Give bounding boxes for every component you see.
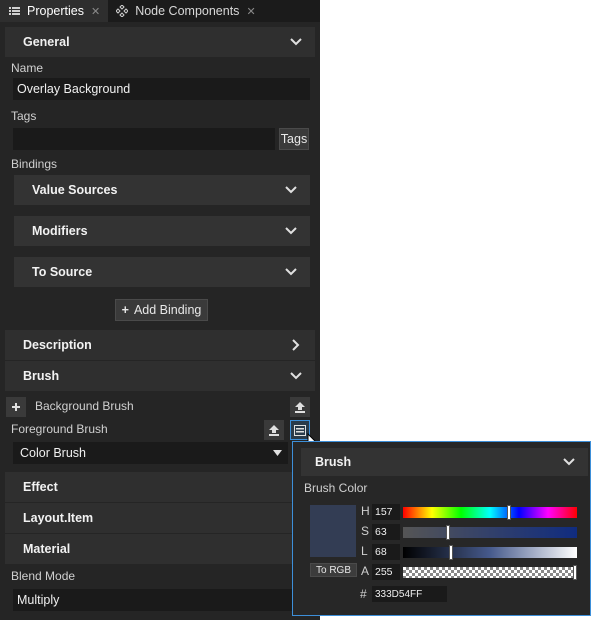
upload-button[interactable]: [264, 420, 284, 440]
binding-group-label: Modifiers: [32, 224, 88, 238]
plus-icon: +: [121, 303, 129, 317]
list-icon: [8, 6, 20, 16]
properties-panel: Properties ✕ Node Components ✕ General N…: [0, 0, 320, 620]
a-input[interactable]: 255: [372, 564, 400, 580]
binding-group-value-sources[interactable]: Value Sources: [14, 175, 310, 205]
color-swatch[interactable]: [310, 505, 356, 557]
h-label: H: [361, 504, 370, 518]
hex-label: #: [360, 587, 367, 601]
name-field[interactable]: Overlay Background: [13, 78, 310, 100]
chevron-down-icon: [285, 227, 297, 235]
binding-group-to-source[interactable]: To Source: [14, 257, 310, 287]
to-rgb-button[interactable]: To RGB: [310, 563, 357, 577]
section-material-label: Material: [23, 542, 71, 556]
section-effect-label: Effect: [23, 480, 58, 494]
close-icon[interactable]: ✕: [246, 5, 255, 18]
blend-mode-select[interactable]: Multiply: [13, 589, 310, 611]
upload-button[interactable]: [290, 397, 310, 417]
s-label: S: [361, 524, 370, 538]
l-label: L: [361, 544, 368, 558]
brush-popup-header[interactable]: Brush: [301, 448, 588, 476]
chevron-right-icon: [292, 339, 300, 351]
brush-popup: Brush Brush Color To RGB H 157 S 63 L 68…: [292, 441, 591, 616]
section-description-label: Description: [23, 338, 92, 352]
dropdown-arrow-icon: [273, 450, 282, 456]
add-background-brush-button[interactable]: [6, 397, 26, 417]
brush-popup-title: Brush: [315, 455, 352, 469]
tab-node-components[interactable]: Node Components ✕: [108, 0, 263, 22]
background-brush-label: Background Brush: [35, 399, 134, 413]
s-input[interactable]: 63: [372, 524, 400, 540]
tags-input[interactable]: [13, 128, 275, 150]
tags-button[interactable]: Tags: [279, 128, 309, 150]
lightness-slider-thumb[interactable]: [449, 545, 453, 560]
section-brush[interactable]: Brush: [5, 361, 315, 391]
tab-bar: Properties ✕ Node Components ✕: [0, 0, 320, 22]
section-description[interactable]: Description: [5, 330, 315, 360]
plus-icon: [12, 403, 20, 411]
section-general[interactable]: General: [5, 27, 315, 57]
brush-color-label: Brush Color: [304, 481, 368, 495]
name-label: Name: [11, 61, 44, 75]
alpha-slider[interactable]: [403, 565, 577, 580]
chevron-down-icon: [285, 268, 297, 276]
section-effect[interactable]: Effect: [5, 472, 315, 502]
tab-properties[interactable]: Properties ✕: [0, 0, 109, 22]
alpha-slider-thumb[interactable]: [573, 565, 577, 580]
lightness-slider[interactable]: [403, 545, 577, 560]
binding-group-modifiers[interactable]: Modifiers: [14, 216, 310, 246]
chevron-down-icon: [290, 38, 302, 46]
brush-editor-icon: [294, 424, 306, 436]
section-layout-item[interactable]: Layout.Item: [5, 503, 315, 533]
section-material[interactable]: Material: [5, 534, 315, 564]
foreground-brush-value: Color Brush: [20, 446, 86, 460]
components-icon: [116, 5, 129, 17]
chevron-down-icon: [290, 372, 302, 380]
h-input[interactable]: 157: [372, 504, 400, 520]
section-brush-label: Brush: [23, 369, 60, 383]
upload-icon: [269, 425, 279, 436]
hue-slider-thumb[interactable]: [507, 505, 511, 520]
a-label: A: [361, 564, 370, 578]
tags-label: Tags: [11, 109, 37, 123]
blend-mode-value: Multiply: [17, 593, 60, 607]
binding-group-label: Value Sources: [32, 183, 118, 197]
add-binding-button[interactable]: + Add Binding: [115, 299, 208, 321]
bindings-label: Bindings: [11, 157, 58, 171]
l-input[interactable]: 68: [372, 544, 400, 560]
section-general-label: General: [23, 35, 70, 49]
binding-group-label: To Source: [32, 265, 93, 279]
hex-input[interactable]: 333D54FF: [372, 586, 447, 602]
blend-mode-label: Blend Mode: [11, 569, 76, 583]
tab-properties-label: Properties: [27, 4, 84, 18]
foreground-brush-label: Foreground Brush: [11, 422, 108, 436]
upload-icon: [295, 402, 305, 413]
section-layout-item-label: Layout.Item: [23, 511, 94, 525]
saturation-slider[interactable]: [403, 525, 577, 540]
tab-node-components-label: Node Components: [135, 4, 240, 18]
chevron-down-icon: [285, 186, 297, 194]
close-icon[interactable]: ✕: [91, 5, 100, 18]
foreground-brush-select[interactable]: Color Brush: [13, 442, 288, 464]
saturation-slider-thumb[interactable]: [446, 525, 450, 540]
chevron-down-icon: [563, 458, 575, 466]
add-binding-label: Add Binding: [133, 303, 202, 317]
hue-slider[interactable]: [403, 505, 577, 520]
